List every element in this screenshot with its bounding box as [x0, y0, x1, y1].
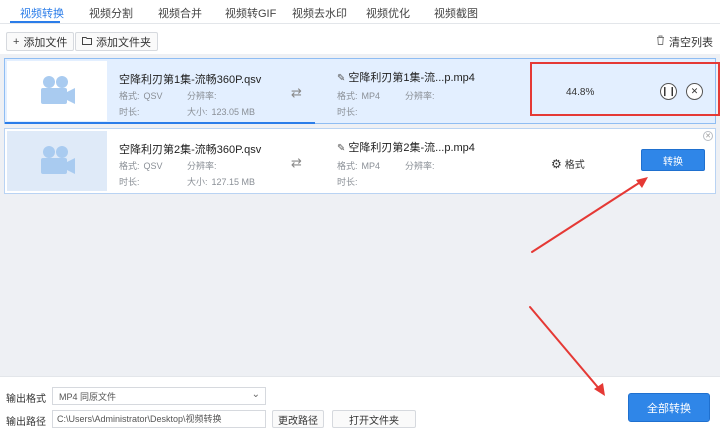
tab-video-optimize[interactable]: 视频优化 [366, 5, 410, 21]
convert-button[interactable]: 转换 [641, 149, 705, 171]
convert-all-button[interactable]: 全部转换 [628, 393, 710, 422]
output-file-name[interactable]: ✎ 空降利刃第2集-流...p.mp4 [337, 139, 475, 155]
toolbar: + 添加文件 添加文件夹 清空列表 [0, 24, 720, 54]
open-folder-button[interactable]: 打开文件夹 [332, 410, 416, 428]
clear-list-label: 清空列表 [669, 36, 713, 49]
tab-video-screenshot[interactable]: 视频截图 [434, 5, 478, 21]
source-format: 格式: QSV [119, 161, 163, 171]
remove-item-button[interactable]: ✕ [703, 131, 713, 141]
plus-icon: + [13, 35, 20, 48]
chevron-down-icon: ⌄ [251, 389, 260, 400]
source-resolution: 分辨率: [187, 161, 217, 171]
progress-bar [5, 122, 315, 124]
video-thumbnail [7, 131, 107, 191]
source-file-name: 空降利刃第1集-流畅360P.qsv [119, 74, 262, 86]
file-item-2[interactable]: 空降利刃第2集-流畅360P.qsv 格式: QSV 分辨率: 时长: 大小: 12… [4, 128, 716, 194]
output-format-select[interactable]: MP4 同原文件 ⌄ [52, 387, 266, 405]
source-file-name: 空降利刃第2集-流畅360P.qsv [119, 144, 262, 156]
output-file-name[interactable]: ✎ 空降利刃第1集-流...p.mp4 [337, 69, 475, 85]
source-size: 大小: 127.15 MB [187, 177, 256, 187]
tab-video-merge[interactable]: 视频合并 [158, 5, 202, 21]
output-format: 格式: MP4 [337, 91, 381, 101]
shuffle-icon: ⇄ [291, 85, 302, 100]
add-file-button[interactable]: + 添加文件 [6, 32, 75, 51]
tab-video-convert[interactable]: 视频转换 [20, 5, 64, 21]
shuffle-icon: ⇄ [291, 155, 302, 170]
bottom-panel: 输出格式 MP4 同原文件 ⌄ 输出路径 C:\Users\Administra… [0, 376, 720, 430]
edit-pencil-icon: ✎ [337, 143, 346, 154]
change-path-button[interactable]: 更改路径 [272, 410, 324, 428]
output-duration: 时长: [337, 107, 358, 117]
trash-icon [656, 35, 665, 48]
file-item-1[interactable]: 空降利刃第1集-流畅360P.qsv 格式: QSV 分辨率: 时长: 大小: 12… [4, 58, 720, 124]
pause-button[interactable]: ❙❙ [660, 83, 677, 100]
format-settings-button[interactable]: ⚙ 格式 [551, 156, 585, 171]
gear-icon: ⚙ [551, 157, 562, 171]
add-file-label: 添加文件 [23, 36, 68, 49]
source-size: 大小: 123.05 MB [187, 107, 256, 117]
close-icon: ✕ [690, 86, 699, 96]
output-path-label: 输出路径 [6, 417, 46, 428]
edit-pencil-icon: ✎ [337, 73, 346, 84]
output-resolution: 分辨率: [405, 91, 435, 101]
folder-icon [82, 36, 92, 48]
source-resolution: 分辨率: [187, 91, 217, 101]
tab-bar: 视频转换 视频分割 视频合并 视频转GIF 视频去水印 视频优化 视频截图 [0, 0, 720, 24]
video-camera-icon [41, 146, 75, 174]
output-duration: 时长: [337, 177, 358, 187]
clear-list-button[interactable]: 清空列表 [656, 32, 713, 51]
pause-icon: ❙❙ [660, 86, 677, 96]
active-tab-indicator [10, 21, 60, 23]
tab-video-split[interactable]: 视频分割 [89, 5, 133, 21]
output-format: 格式: MP4 [337, 161, 381, 171]
output-format-label: 输出格式 [6, 394, 46, 405]
source-format: 格式: QSV [119, 91, 163, 101]
source-duration: 时长: [119, 177, 140, 187]
output-resolution: 分辨率: [405, 161, 435, 171]
progress-percentage: 44.8% [566, 87, 595, 98]
file-list: 空降利刃第1集-流畅360P.qsv 格式: QSV 分辨率: 时长: 大小: 12… [0, 54, 720, 376]
cancel-button[interactable]: ✕ [686, 83, 703, 100]
output-path-input[interactable]: C:\Users\Administrator\Desktop\视频转换 [52, 410, 266, 428]
add-folder-label: 添加文件夹 [96, 36, 151, 49]
video-camera-icon [41, 76, 75, 104]
tab-video-remove-watermark[interactable]: 视频去水印 [292, 5, 347, 21]
tab-video-to-gif[interactable]: 视频转GIF [225, 5, 276, 21]
add-folder-button[interactable]: 添加文件夹 [75, 32, 158, 51]
close-icon: ✕ [705, 133, 711, 140]
video-thumbnail [7, 61, 107, 121]
source-duration: 时长: [119, 107, 140, 117]
